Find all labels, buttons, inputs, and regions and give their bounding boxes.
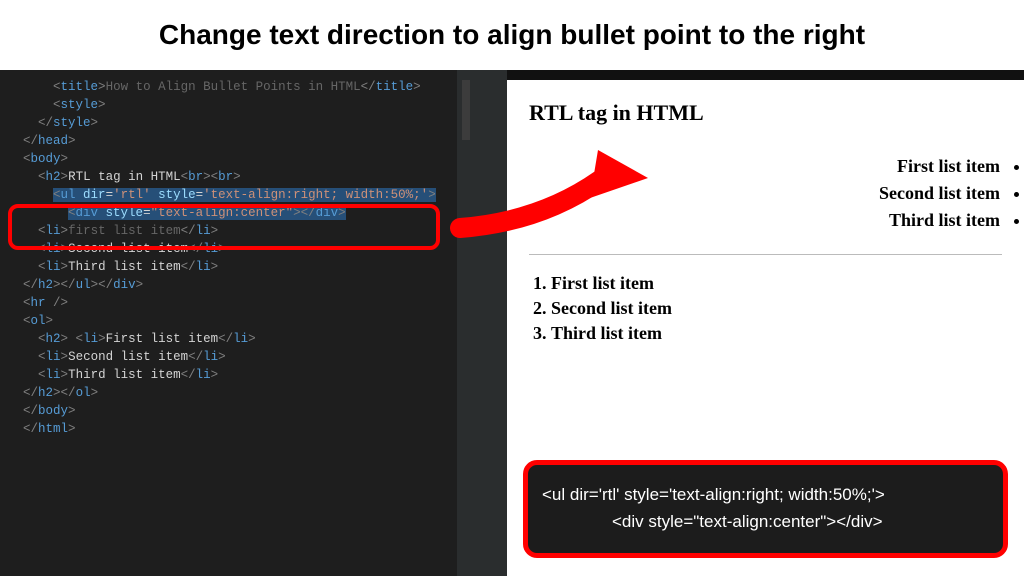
code-line[interactable]: </h2></ul></div> <box>8 276 457 294</box>
ordered-list: First list itemSecond list itemThird lis… <box>551 271 1002 347</box>
output-heading: RTL tag in HTML <box>529 100 1002 126</box>
code-line[interactable]: </h2></ol> <box>8 384 457 402</box>
list-item: Second list item <box>551 296 1002 321</box>
list-item: Second list item <box>728 181 1002 206</box>
code-line[interactable]: </head> <box>8 132 457 150</box>
list-item: First list item <box>728 154 1002 179</box>
code-line[interactable]: <li>Second list item</li> <box>8 348 457 366</box>
code-line[interactable]: </body> <box>8 402 457 420</box>
editor-minimap <box>457 70 507 576</box>
separator <box>529 254 1002 255</box>
list-item: Third list item <box>728 208 1002 233</box>
code-line[interactable]: <hr /> <box>8 294 457 312</box>
code-line[interactable]: <title>How to Align Bullet Points in HTM… <box>8 78 457 96</box>
code-line[interactable]: <h2>RTL tag in HTML<br><br> <box>8 168 457 186</box>
code-line[interactable]: <div style="text-align:center"></div> <box>8 204 457 222</box>
code-line[interactable]: <li>Third list item</li> <box>8 258 457 276</box>
list-item: First list item <box>551 271 1002 296</box>
code-line[interactable]: <li>first list item</li> <box>8 222 457 240</box>
code-editor[interactable]: <title>How to Align Bullet Points in HTM… <box>0 70 457 576</box>
snippet-line-1: <ul dir='rtl' style='text-align:right; w… <box>542 485 885 504</box>
code-line[interactable]: </html> <box>8 420 457 438</box>
snippet-line-2: <div style="text-align:center"></div> <box>542 508 989 535</box>
page-title: Change text direction to align bullet po… <box>159 19 865 51</box>
rendered-output: RTL tag in HTML First list itemSecond li… <box>507 70 1024 576</box>
page-title-bar: Change text direction to align bullet po… <box>0 0 1024 70</box>
code-line[interactable]: <ol> <box>8 312 457 330</box>
code-snippet-box: <ul dir='rtl' style='text-align:right; w… <box>523 460 1008 558</box>
code-line[interactable]: <style> <box>8 96 457 114</box>
main-layout: <title>How to Align Bullet Points in HTM… <box>0 70 1024 576</box>
code-line[interactable]: </style> <box>8 114 457 132</box>
list-item: Third list item <box>551 321 1002 346</box>
code-line[interactable]: <h2> <li>First list item</li> <box>8 330 457 348</box>
code-line[interactable]: <li>Second list item</li> <box>8 240 457 258</box>
code-line[interactable]: <body> <box>8 150 457 168</box>
code-line[interactable]: <ul dir='rtl' style='text-align:right; w… <box>8 186 457 204</box>
code-line[interactable]: <li>Third list item</li> <box>8 366 457 384</box>
rtl-list: First list itemSecond list itemThird lis… <box>728 154 1002 234</box>
